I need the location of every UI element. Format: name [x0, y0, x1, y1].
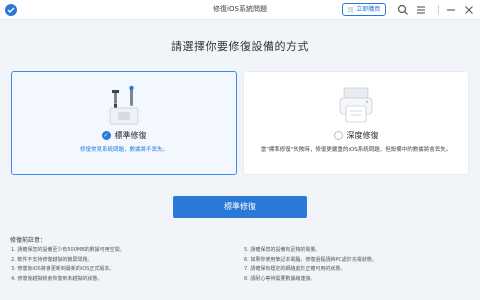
- note-item: 8. 請耐心等待需要數據線連接。: [244, 275, 316, 282]
- note-item: 7. 請確保有穩定的網絡處於正確可用的狀態。: [244, 266, 346, 272]
- device-printer-icon: [339, 87, 373, 123]
- minimize-icon[interactable]: [444, 3, 458, 17]
- notes-left-list: 1. 請確保您的設備至少有500MB的數據可用空間。 2. 軟件不支持修復越獄的…: [11, 246, 231, 284]
- tools-icon: [109, 85, 139, 125]
- deep-title-row: 深度修復: [244, 130, 468, 141]
- cart-icon: 🛒: [347, 6, 356, 13]
- deep-description: 當"標準修復"失敗時，修復更嚴重的iOS系統問題，但設備中的數據將會丟失。: [260, 147, 452, 153]
- search-icon[interactable]: [396, 3, 410, 17]
- note-item: 2. 軟件不支持修復越獄的鎖屏問題。: [11, 256, 93, 263]
- deep-repair-card[interactable]: 深度修復 當"標準修復"失敗時，修復更嚴重的iOS系統問題，但設備中的數據將會丟…: [243, 71, 469, 175]
- start-repair-button[interactable]: 標準修復: [173, 196, 307, 218]
- notes-title: 修復前註意：: [10, 237, 47, 244]
- notes-right-list: 5. 請確保您的設備有足夠的電量。 6. 如果你使用筆記本電腦，修復過程請將PC…: [244, 246, 464, 284]
- buy-now-label: 立即購買: [356, 6, 381, 13]
- app-window: 修復iOS系統問題 🛒立即購買 請選擇你要修復設備的方式 ✓ 標準修復 修復常見…: [0, 0, 480, 300]
- deep-title: 深度修復: [346, 131, 379, 140]
- standard-description: 修復常見系統問題，數據將不丟失。: [79, 147, 168, 153]
- standard-title: 標準修復: [114, 131, 147, 140]
- buy-now-button[interactable]: 🛒立即購買: [342, 3, 386, 16]
- note-item: 1. 請確保您的設備至少有500MB的數據可用空間。: [11, 247, 125, 253]
- titlebar-divider: [438, 5, 439, 15]
- menu-icon[interactable]: [414, 3, 428, 17]
- title-bar: 修復iOS系統問題 🛒立即購買: [0, 0, 480, 20]
- page-heading: 請選擇你要修復設備的方式: [171, 40, 309, 53]
- close-icon[interactable]: [462, 3, 476, 17]
- note-item: 3. 修復後iOS將會更新到最新的iOS正式版本。: [11, 266, 115, 272]
- unselected-radio-icon: [333, 131, 343, 140]
- note-item: 6. 如果你使用筆記本電腦，修復過程請將PC處於充電狀態。: [244, 256, 377, 263]
- selected-check-icon: ✓: [101, 131, 111, 140]
- standard-title-row: ✓ 標準修復: [12, 130, 236, 141]
- note-item: 5. 請確保您的設備有足夠的電量。: [244, 247, 321, 253]
- standard-repair-card[interactable]: ✓ 標準修復 修復常見系統問題，數據將不丟失。: [11, 71, 237, 175]
- note-item: 4. 修復後越獄將會恢復到未越獄的狀態。: [11, 275, 103, 282]
